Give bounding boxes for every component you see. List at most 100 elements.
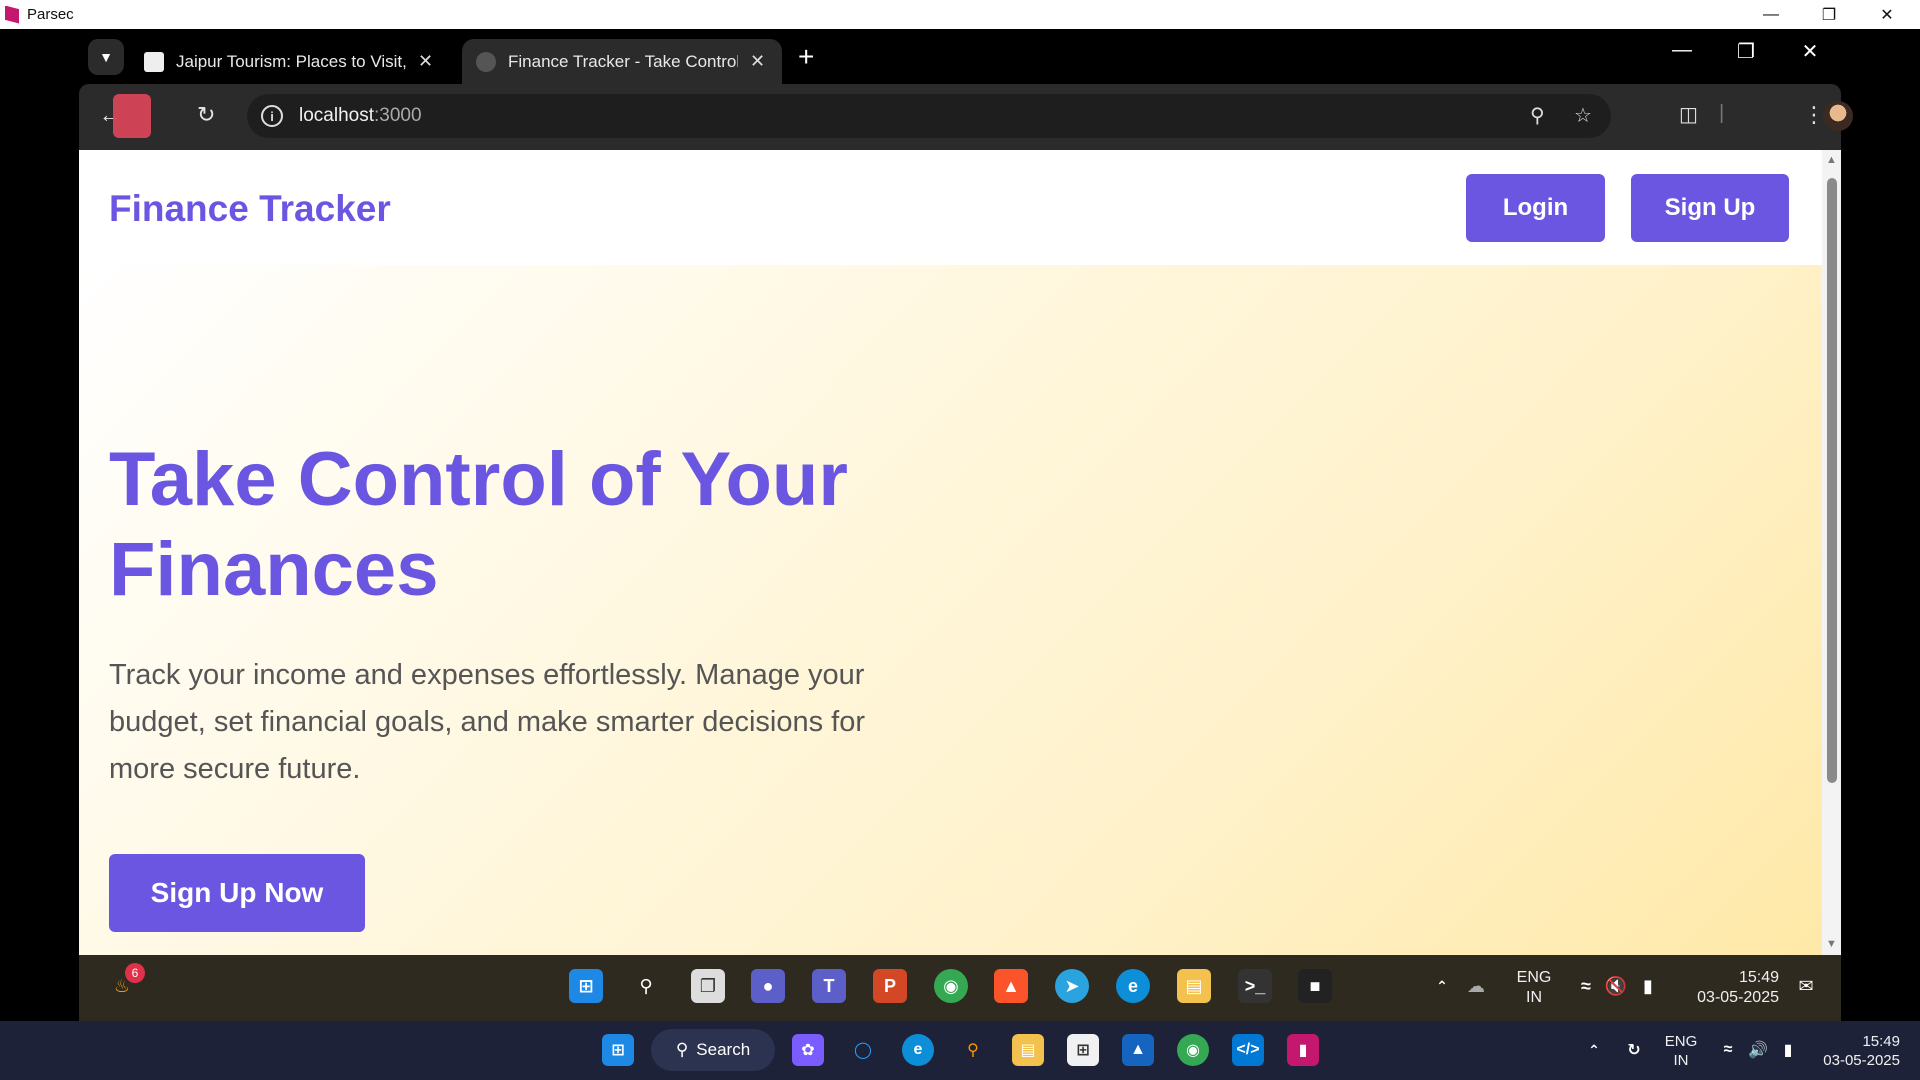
vscode-icon[interactable]: </> bbox=[1232, 1034, 1264, 1066]
parsec-window-title: Parsec bbox=[27, 6, 74, 23]
chat-icon[interactable]: ● bbox=[751, 969, 785, 1003]
battery-icon[interactable]: ▮ bbox=[1772, 1034, 1804, 1066]
onedrive-icon[interactable]: ☁ bbox=[1459, 969, 1493, 1003]
chrome-tab-strip: ▼ Jaipur Tourism: Places to Visit, S ✕ F… bbox=[0, 29, 1920, 84]
edge-icon[interactable]: e bbox=[1116, 969, 1150, 1003]
search-app-icon[interactable]: ⚲ bbox=[957, 1034, 989, 1066]
battery-icon[interactable]: ▮ bbox=[1631, 969, 1665, 1003]
chrome-toolbar: ← ↻ i localhost:3000 ⚲ ☆ ◫ | ⋮ bbox=[79, 84, 1853, 150]
parsec-icon[interactable]: ▮ bbox=[1287, 1034, 1319, 1066]
local-taskbar: ⊞ ⚲ Search ✿ ◯ e ⚲ ▤ ⊞ ▲ ◉ </> ▮ ⌃ ↻ ENG… bbox=[0, 1021, 1920, 1080]
notification-badge: 6 bbox=[125, 963, 145, 983]
tab-search-chevron-icon[interactable]: ▼ bbox=[88, 39, 124, 75]
tab-finance-tracker[interactable]: Finance Tracker - Take Control c ✕ bbox=[462, 39, 782, 84]
brand-logo-text[interactable]: Finance Tracker bbox=[109, 188, 391, 230]
close-icon[interactable]: ✕ bbox=[1858, 0, 1916, 29]
clock[interactable]: 15:49 03-05-2025 bbox=[1808, 1032, 1900, 1070]
tab-close-icon[interactable]: ✕ bbox=[418, 51, 433, 72]
signup-button[interactable]: Sign Up bbox=[1631, 174, 1789, 242]
teams-icon[interactable]: T bbox=[812, 969, 846, 1003]
file-explorer-icon[interactable]: ▤ bbox=[1012, 1034, 1044, 1066]
task-view-icon[interactable]: ❐ bbox=[691, 969, 725, 1003]
address-bar[interactable]: i localhost:3000 ⚲ ☆ bbox=[247, 94, 1611, 138]
microsoft-store-icon[interactable]: ⊞ bbox=[1067, 1034, 1099, 1066]
language-indicator[interactable]: ENG IN bbox=[1509, 968, 1559, 1008]
cortana-ring-icon[interactable]: ◯ bbox=[847, 1034, 879, 1066]
search-icon: ⚲ bbox=[675, 1040, 689, 1059]
scroll-thumb[interactable] bbox=[1827, 178, 1837, 783]
parsec-overlay-icon[interactable] bbox=[113, 94, 151, 138]
tab-favicon-icon bbox=[144, 51, 164, 72]
notification-bell-icon[interactable]: ✉ bbox=[1789, 969, 1823, 1003]
restore-icon[interactable]: ❐ bbox=[1800, 0, 1858, 29]
chrome-restore-icon[interactable]: ❐ bbox=[1716, 39, 1776, 64]
hero-description: Track your income and expenses effortles… bbox=[109, 659, 866, 785]
windows-start-icon[interactable]: ⊞ bbox=[602, 1034, 634, 1066]
edge-icon[interactable]: e bbox=[902, 1034, 934, 1066]
url-host: localhost bbox=[299, 105, 374, 126]
wifi-icon[interactable]: ≈ bbox=[1569, 969, 1603, 1003]
lang-top: ENG bbox=[1516, 969, 1552, 986]
tray-chevron-up-icon[interactable]: ⌃ bbox=[1578, 1034, 1610, 1066]
lang-bottom: IN bbox=[1673, 1052, 1689, 1069]
telegram-icon[interactable]: ➤ bbox=[1055, 969, 1089, 1003]
tab-title: Jaipur Tourism: Places to Visit, S bbox=[176, 51, 406, 71]
zoom-icon[interactable]: ⚲ bbox=[1530, 103, 1545, 128]
chrome-icon[interactable]: ◉ bbox=[934, 969, 968, 1003]
reload-icon[interactable]: ↻ bbox=[197, 102, 215, 128]
parsec-title-bar: Parsec — ❐ ✕ bbox=[0, 0, 1920, 29]
tab-title: Finance Tracker - Take Control c bbox=[508, 51, 738, 71]
clock-date: 03-05-2025 bbox=[1697, 989, 1779, 1006]
powerpoint-icon[interactable]: P bbox=[873, 969, 907, 1003]
clock[interactable]: 15:49 03-05-2025 bbox=[1679, 968, 1779, 1008]
hero-section: Take Control of Your Finances Track your… bbox=[79, 265, 1822, 955]
remote-taskbar: ♨ 6 ⊞ ⚲ ❐ ● T P ◉ ▲ ➤ e ▤ >_ ■ ⌃ ☁ ENG I… bbox=[79, 955, 1841, 1021]
app-blue-icon[interactable]: ▲ bbox=[1122, 1034, 1154, 1066]
tray-chevron-up-icon[interactable]: ⌃ bbox=[1425, 969, 1459, 1003]
taskbar-search[interactable]: ⚲ Search bbox=[651, 1029, 775, 1071]
chrome-menu-icon[interactable]: ⋮ bbox=[1803, 102, 1825, 128]
file-explorer-icon[interactable]: ▤ bbox=[1177, 969, 1211, 1003]
url-port: :3000 bbox=[374, 105, 422, 126]
globe-icon bbox=[476, 51, 496, 72]
web-page: Finance Tracker Login Sign Up Take Contr… bbox=[79, 150, 1841, 955]
scroll-down-arrow-icon[interactable]: ▼ bbox=[1826, 938, 1837, 950]
chrome-minimize-icon[interactable]: — bbox=[1652, 39, 1712, 62]
login-button[interactable]: Login bbox=[1466, 174, 1605, 242]
brave-icon[interactable]: ▲ bbox=[994, 969, 1028, 1003]
language-indicator[interactable]: ENG IN bbox=[1656, 1032, 1706, 1070]
hero-title: Take Control of Your Finances bbox=[109, 437, 848, 612]
bookmark-star-icon[interactable]: ☆ bbox=[1574, 103, 1592, 128]
wifi-icon[interactable]: ≈ bbox=[1712, 1034, 1744, 1066]
tab-close-icon[interactable]: ✕ bbox=[750, 51, 765, 72]
terminal-icon[interactable]: >_ bbox=[1238, 969, 1272, 1003]
lang-top: ENG bbox=[1664, 1033, 1698, 1050]
tab-jaipur-tourism[interactable]: Jaipur Tourism: Places to Visit, S ✕ bbox=[130, 39, 450, 84]
copilot-icon[interactable]: ✿ bbox=[792, 1034, 824, 1066]
profile-avatar[interactable] bbox=[1823, 101, 1853, 131]
volume-muted-icon[interactable]: 🔇 bbox=[1599, 969, 1633, 1003]
windows-start-icon[interactable]: ⊞ bbox=[569, 969, 603, 1003]
signup-now-button[interactable]: Sign Up Now bbox=[109, 854, 365, 932]
search-label: Search bbox=[696, 1040, 751, 1059]
minimize-icon[interactable]: — bbox=[1742, 0, 1800, 29]
new-tab-plus-icon[interactable]: + bbox=[798, 41, 814, 73]
lang-bottom: IN bbox=[1526, 989, 1542, 1006]
sync-icon[interactable]: ↻ bbox=[1618, 1034, 1650, 1066]
clock-time: 15:49 bbox=[1862, 1033, 1900, 1050]
page-scrollbar[interactable]: ▲ ▼ bbox=[1822, 150, 1841, 955]
parsec-logo-icon bbox=[5, 5, 19, 24]
clock-time: 15:49 bbox=[1738, 969, 1779, 986]
chrome-icon[interactable]: ◉ bbox=[1177, 1034, 1209, 1066]
scroll-up-arrow-icon[interactable]: ▲ bbox=[1826, 154, 1837, 166]
volume-icon[interactable]: 🔊 bbox=[1742, 1034, 1774, 1066]
search-icon[interactable]: ⚲ bbox=[629, 969, 663, 1003]
app-cube-icon[interactable]: ■ bbox=[1298, 969, 1332, 1003]
remote-desktop: ▼ Jaipur Tourism: Places to Visit, S ✕ F… bbox=[0, 29, 1920, 1021]
toolbar-divider: | bbox=[1719, 102, 1725, 124]
site-info-icon[interactable]: i bbox=[261, 105, 283, 127]
site-header: Finance Tracker Login Sign Up bbox=[79, 150, 1822, 265]
chrome-close-icon[interactable]: ✕ bbox=[1780, 39, 1840, 64]
clock-date: 03-05-2025 bbox=[1823, 1052, 1900, 1069]
extensions-puzzle-icon[interactable]: ◫ bbox=[1679, 102, 1698, 127]
